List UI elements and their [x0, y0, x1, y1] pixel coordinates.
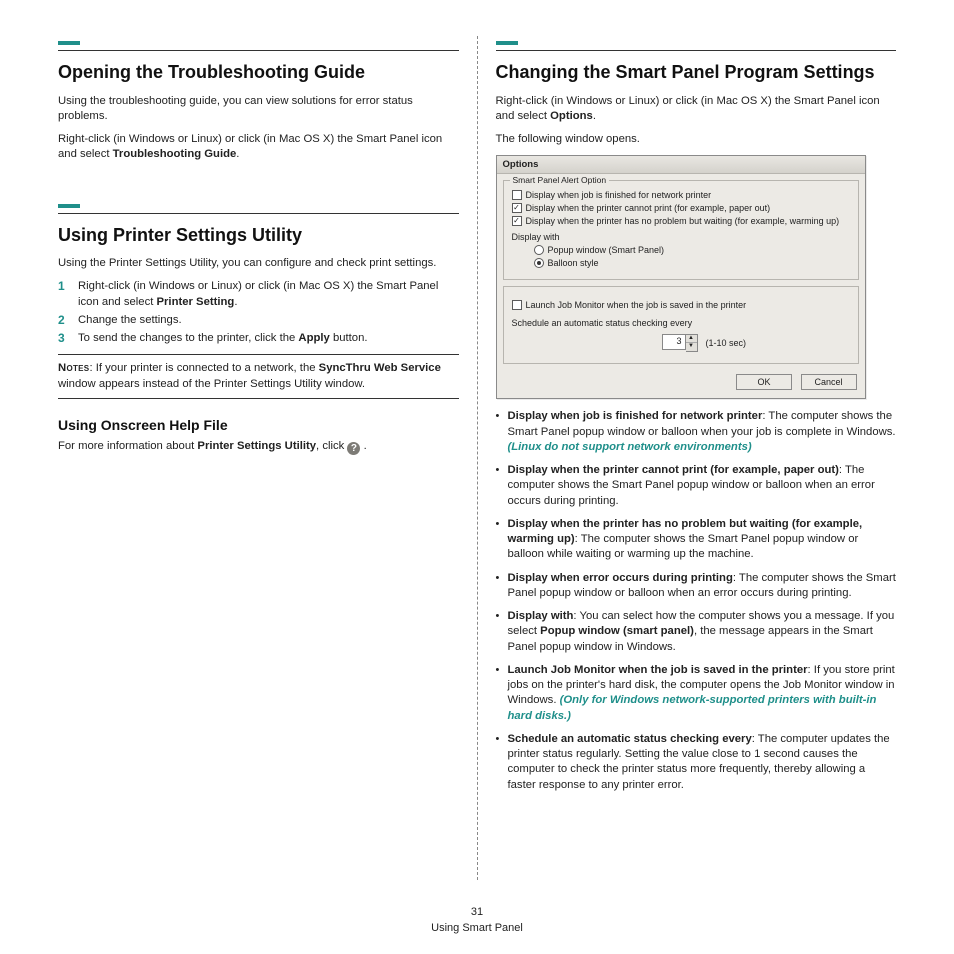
page-footer: 31 Using Smart Panel — [0, 905, 954, 936]
notes-label: Notes — [58, 362, 89, 374]
options-dialog: Options Smart Panel Alert Option Display… — [496, 155, 866, 399]
subheading-help-file: Using Onscreen Help File — [58, 417, 459, 433]
checkbox-label: Display when the printer has no problem … — [526, 216, 840, 226]
paragraph: The following window opens. — [496, 132, 897, 147]
display-with-label: Display with — [512, 232, 850, 242]
checkbox-label: Launch Job Monitor when the job is saved… — [526, 300, 747, 310]
page-body: Opening the Troubleshooting Guide Using … — [0, 0, 954, 880]
page-number: 31 — [0, 905, 954, 920]
list-item: Launch Job Monitor when the job is saved… — [496, 663, 897, 724]
option-row: ✓ Display when the printer cannot print (… — [512, 203, 850, 213]
step-number: 1 — [58, 278, 78, 310]
note-emphasis: (Linux do not support network environmen… — [508, 441, 752, 453]
menu-name: Troubleshooting Guide — [113, 148, 237, 160]
text: . — [593, 110, 596, 122]
right-column: Changing the Smart Panel Program Setting… — [478, 36, 915, 880]
section-accent — [496, 41, 518, 45]
fieldset-legend: Smart Panel Alert Option — [510, 175, 610, 185]
option-row: Balloon style — [534, 258, 850, 268]
section-title-printer-settings: Using Printer Settings Utility — [58, 224, 459, 247]
paragraph: Using the Printer Settings Utility, you … — [58, 256, 459, 271]
section-accent — [58, 41, 80, 45]
checkbox-checked[interactable]: ✓ — [512, 203, 522, 213]
paragraph: For more information about Printer Setti… — [58, 439, 459, 455]
list-item: Display when the printer has no problem … — [496, 517, 897, 563]
text: , click — [316, 440, 347, 452]
option-row: ✓ Display when the printer has no problem… — [512, 216, 850, 226]
checkbox-unchecked[interactable] — [512, 190, 522, 200]
radio-selected[interactable] — [534, 258, 544, 268]
checkbox-label: Display when the printer cannot print (f… — [526, 203, 771, 213]
cancel-button[interactable]: Cancel — [801, 374, 857, 390]
lower-fieldset: Launch Job Monitor when the job is saved… — [503, 286, 859, 364]
text-bold: SyncThru Web Service — [319, 362, 441, 374]
steps-list: 1Right-click (in Windows or Linux) or cl… — [58, 279, 459, 346]
radio-label: Popup window (Smart Panel) — [548, 245, 665, 255]
text: . — [364, 440, 367, 452]
spinner-arrows[interactable]: ▲▼ — [686, 334, 698, 352]
checkbox-unchecked[interactable] — [512, 300, 522, 310]
text: : If your printer is connected to a netw… — [89, 362, 318, 374]
section-rule — [58, 213, 459, 214]
arrow-down-icon[interactable]: ▼ — [686, 343, 697, 351]
list-item: Display when job is finished for network… — [496, 409, 897, 455]
step-number: 2 — [58, 312, 78, 328]
text-bold: Printer Settings Utility — [197, 440, 316, 452]
option-row: Popup window (Smart Panel) — [534, 245, 850, 255]
help-icon[interactable]: ? — [347, 442, 360, 455]
section-accent — [58, 204, 80, 208]
dialog-button-row: OK Cancel — [497, 370, 865, 398]
text: . — [236, 148, 239, 160]
step-item: 2Change the settings. — [58, 313, 459, 328]
step-item: 1Right-click (in Windows or Linux) or cl… — [58, 279, 459, 310]
note-emphasis: (Only for Windows network-supported prin… — [508, 694, 877, 721]
paragraph: Right-click (in Windows or Linux) or cli… — [58, 132, 459, 163]
alert-option-fieldset: Smart Panel Alert Option Display when jo… — [503, 180, 859, 280]
text: window appears instead of the Printer Se… — [58, 378, 365, 390]
step-item: 3To send the changes to the printer, cli… — [58, 331, 459, 346]
bullet-list: Display when job is finished for network… — [496, 409, 897, 793]
footer-label: Using Smart Panel — [0, 921, 954, 936]
notes-box: Notes: If your printer is connected to a… — [58, 354, 459, 399]
paragraph: Using the troubleshooting guide, you can… — [58, 94, 459, 125]
section-rule — [496, 50, 897, 51]
dialog-titlebar: Options — [497, 156, 865, 174]
option-row: Display when job is finished for network… — [512, 190, 850, 200]
step-text: Right-click (in Windows or Linux) or cli… — [78, 279, 459, 310]
radio-unselected[interactable] — [534, 245, 544, 255]
option-row: Launch Job Monitor when the job is saved… — [512, 300, 850, 310]
menu-name: Options — [550, 110, 593, 122]
spinner-value[interactable]: 3 — [662, 334, 686, 350]
section-rule — [58, 50, 459, 51]
spinner-hint: (1-10 sec) — [706, 338, 747, 348]
step-number: 3 — [58, 330, 78, 346]
left-column: Opening the Troubleshooting Guide Using … — [40, 36, 477, 880]
step-text: Change the settings. — [78, 313, 182, 328]
section-title-smart-panel-settings: Changing the Smart Panel Program Setting… — [496, 61, 897, 84]
radio-label: Balloon style — [548, 258, 599, 268]
checkbox-checked[interactable]: ✓ — [512, 216, 522, 226]
spinner-row: 3 ▲▼ (1-10 sec) — [512, 334, 850, 352]
text: For more information about — [58, 440, 197, 452]
interval-spinner[interactable]: 3 ▲▼ — [662, 334, 698, 352]
list-item: Display when the printer cannot print (f… — [496, 463, 897, 509]
checkbox-label: Display when job is finished for network… — [526, 190, 712, 200]
schedule-label: Schedule an automatic status checking ev… — [512, 318, 850, 328]
section-title-troubleshooting: Opening the Troubleshooting Guide — [58, 61, 459, 84]
paragraph: Right-click (in Windows or Linux) or cli… — [496, 94, 897, 125]
list-item: Display with: You can select how the com… — [496, 609, 897, 655]
list-item: Display when error occurs during printin… — [496, 571, 897, 602]
ok-button[interactable]: OK — [736, 374, 792, 390]
list-item: Schedule an automatic status checking ev… — [496, 732, 897, 793]
step-text: To send the changes to the printer, clic… — [78, 331, 368, 346]
arrow-up-icon[interactable]: ▲ — [686, 335, 697, 343]
